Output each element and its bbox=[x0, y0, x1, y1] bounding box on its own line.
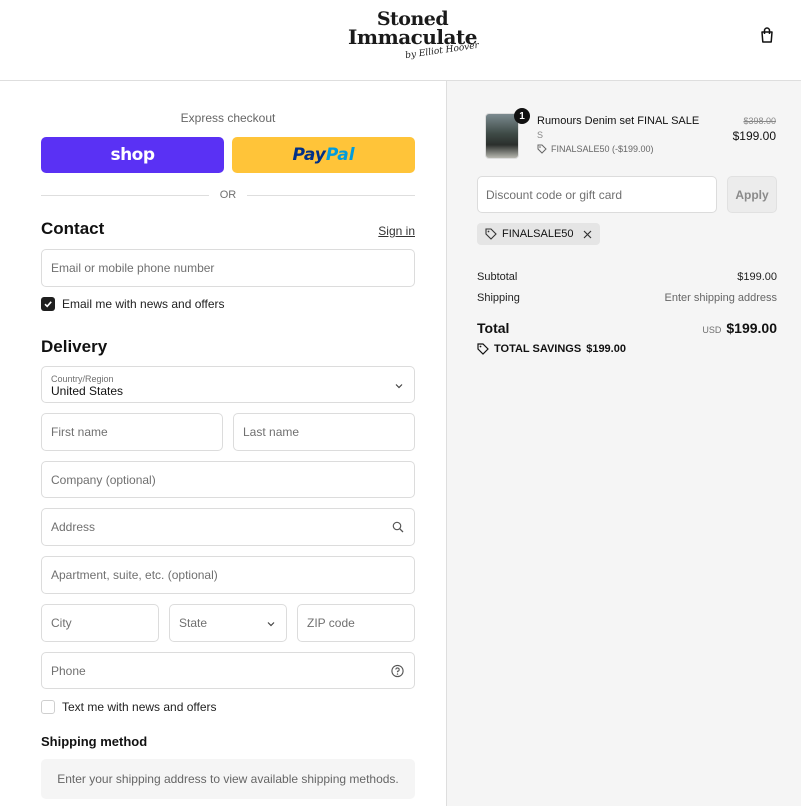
subtotal-row: Subtotal $199.00 bbox=[477, 271, 777, 283]
search-icon bbox=[392, 521, 404, 533]
or-label: OR bbox=[219, 189, 237, 201]
country-select[interactable]: Country/Region United States bbox=[41, 366, 415, 403]
shop-pay-button[interactable]: shop bbox=[41, 137, 224, 173]
zip-code-input[interactable]: ZIP code bbox=[297, 604, 415, 642]
tag-icon bbox=[485, 228, 497, 240]
city-input[interactable]: City bbox=[41, 604, 159, 642]
total-amount: USD $199.00 bbox=[702, 320, 777, 336]
total-currency: USD bbox=[702, 325, 722, 335]
item-price: $199.00 bbox=[732, 129, 776, 143]
or-divider: OR bbox=[41, 188, 415, 202]
text-news-checkbox-row[interactable]: Text me with news and offers bbox=[41, 700, 217, 714]
apply-button[interactable]: Apply bbox=[727, 176, 777, 213]
store-logo[interactable]: Stoned Immaculate by Elliot Hoover bbox=[345, 10, 480, 62]
email-input[interactable]: Email or mobile phone number bbox=[41, 249, 415, 287]
total-label: Total bbox=[477, 320, 510, 336]
help-icon[interactable] bbox=[391, 664, 404, 677]
chevron-down-icon bbox=[394, 380, 404, 390]
country-value: United States bbox=[51, 384, 124, 398]
shipping-value: Enter shipping address bbox=[664, 292, 777, 304]
product-title: Rumours Denim set FINAL SALE bbox=[537, 115, 700, 127]
apartment-input[interactable]: Apartment, suite, etc. (optional) bbox=[41, 556, 415, 594]
express-checkout-label: Express checkout bbox=[180, 111, 276, 125]
savings-label: TOTAL SAVINGS bbox=[494, 343, 582, 355]
paypal-label-pay: Pay bbox=[292, 145, 326, 165]
shopping-bag-icon[interactable] bbox=[758, 26, 776, 44]
address-input[interactable]: Address bbox=[41, 508, 415, 546]
first-name-input[interactable]: First name bbox=[41, 413, 223, 451]
remove-discount-close-icon[interactable] bbox=[583, 230, 592, 239]
savings-tag-icon bbox=[477, 343, 489, 355]
shipping-method-notice: Enter your shipping address to view avai… bbox=[41, 759, 415, 799]
email-news-checkbox-row[interactable]: Email me with news and offers bbox=[41, 297, 225, 311]
sign-in-link[interactable]: Sign in bbox=[378, 224, 415, 238]
product-discount-code: FINALSALE50 (-$199.00) bbox=[551, 144, 654, 154]
phone-input[interactable]: Phone bbox=[41, 652, 415, 689]
header: Stoned Immaculate by Elliot Hoover bbox=[0, 0, 801, 81]
subtotal-label: Subtotal bbox=[477, 271, 518, 283]
last-name-input[interactable]: Last name bbox=[233, 413, 415, 451]
discount-code-input[interactable]: Discount code or gift card bbox=[477, 176, 717, 213]
contact-heading: Contact bbox=[41, 219, 105, 238]
delivery-heading: Delivery bbox=[41, 337, 108, 356]
state-placeholder: State bbox=[179, 616, 208, 630]
paypal-button[interactable]: Pay Pal bbox=[232, 137, 415, 173]
order-summary: 1 Rumours Denim set FINAL SALE S FINALSA… bbox=[446, 81, 801, 806]
shipping-method-heading: Shipping method bbox=[41, 734, 148, 749]
savings-value: $199.00 bbox=[586, 343, 626, 355]
subtotal-value: $199.00 bbox=[737, 271, 777, 283]
applied-discount-chip: FINALSALE50 bbox=[477, 223, 600, 245]
shipping-row: Shipping Enter shipping address bbox=[477, 292, 777, 304]
product-variant: S bbox=[537, 130, 544, 140]
quantity-badge: 1 bbox=[514, 108, 530, 124]
paypal-label-pal: Pal bbox=[325, 145, 355, 165]
applied-discount-code: FINALSALE50 bbox=[502, 228, 574, 240]
phone-placeholder: Phone bbox=[51, 663, 86, 678]
text-news-checkbox[interactable] bbox=[41, 700, 55, 714]
address-placeholder: Address bbox=[51, 520, 96, 534]
original-price: $398.00 bbox=[743, 116, 776, 126]
product-thumbnail bbox=[485, 113, 519, 159]
text-news-label: Text me with news and offers bbox=[62, 700, 217, 714]
total-value: $199.00 bbox=[726, 320, 777, 336]
tag-icon bbox=[537, 144, 547, 154]
total-row: Total USD $199.00 bbox=[477, 320, 777, 336]
company-input[interactable]: Company (optional) bbox=[41, 461, 415, 498]
shipping-label: Shipping bbox=[477, 292, 520, 304]
email-news-checkbox[interactable] bbox=[41, 297, 55, 311]
product-discount: FINALSALE50 (-$199.00) bbox=[537, 144, 654, 154]
country-label: Country/Region bbox=[51, 374, 114, 384]
chevron-down-icon bbox=[266, 618, 276, 628]
email-news-label: Email me with news and offers bbox=[62, 297, 225, 311]
state-select[interactable]: State bbox=[169, 604, 287, 642]
total-savings: TOTAL SAVINGS $199.00 bbox=[477, 343, 626, 355]
